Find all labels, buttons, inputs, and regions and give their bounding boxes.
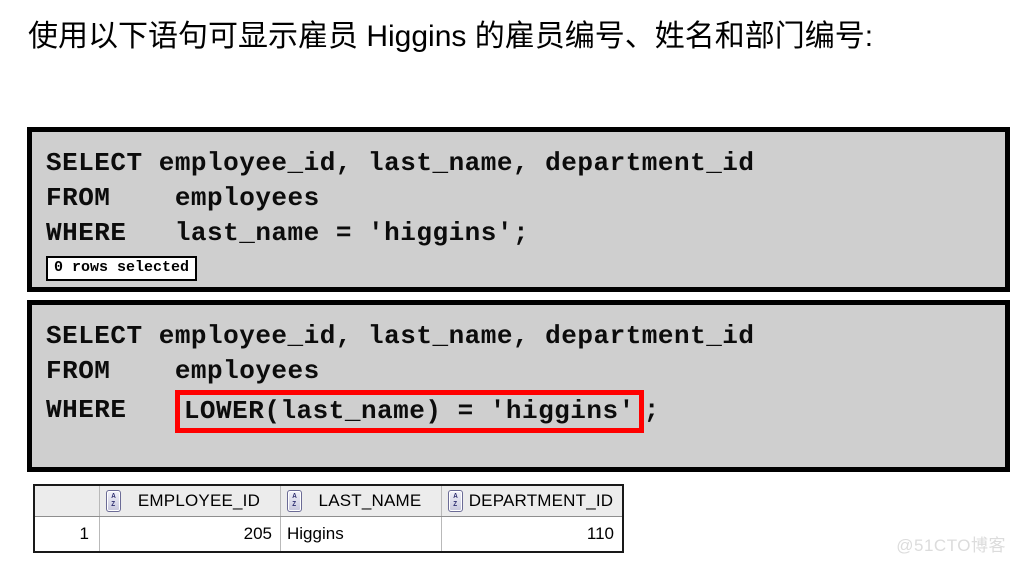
- cell-employee-id: 205: [99, 516, 281, 551]
- query-result-grid: A Z EMPLOYEE_ID A Z LAST_NAME A Z DEPART…: [33, 484, 624, 553]
- column-header-employee-id-content: A Z EMPLOYEE_ID: [106, 490, 274, 512]
- cell-department-id: 110: [441, 516, 622, 551]
- sql-code-block-2-body: SELECT employee_id, last_name, departmen…: [32, 305, 1005, 433]
- az-icon-letter-bottom: Z: [111, 501, 116, 508]
- highlighted-lower-predicate: LOWER(last_name) = 'higgins': [174, 390, 644, 433]
- page-title: 使用以下语句可显示雇员 Higgins 的雇员编号、姓名和部门编号:: [28, 20, 874, 53]
- table-header-row: A Z EMPLOYEE_ID A Z LAST_NAME A Z DEPART…: [35, 486, 622, 517]
- cell-row-number: 1: [35, 516, 100, 551]
- sql-line-from: FROM employees: [46, 183, 320, 213]
- cell-last-name: Higgins: [280, 516, 442, 551]
- az-icon-letter-top: A: [453, 493, 458, 500]
- column-header-row-number[interactable]: [35, 486, 100, 517]
- sql-line-select: SELECT employee_id, last_name, departmen…: [46, 148, 755, 178]
- column-header-last-name-label: LAST_NAME: [318, 491, 422, 510]
- sql-line-where: WHERE last_name = 'higgins';: [46, 218, 530, 248]
- column-header-employee-id[interactable]: A Z EMPLOYEE_ID: [99, 486, 281, 517]
- column-header-last-name[interactable]: A Z LAST_NAME: [280, 486, 442, 517]
- site-watermark: @51CTO博客: [896, 536, 1006, 555]
- status-badge-rows-selected: 0 rows selected: [46, 256, 198, 281]
- result-table-header: A Z EMPLOYEE_ID A Z LAST_NAME A Z DEPART…: [35, 486, 622, 517]
- sql-line-from: FROM employees: [46, 356, 320, 386]
- result-table: A Z EMPLOYEE_ID A Z LAST_NAME A Z DEPART…: [35, 486, 622, 551]
- az-icon-letter-top: A: [292, 493, 297, 500]
- sql-statement-terminator: ;: [643, 395, 660, 425]
- sql-code-block-1: SELECT employee_id, last_name, departmen…: [27, 127, 1010, 292]
- az-icon-letter-top: A: [111, 493, 116, 500]
- column-header-department-id-content: A Z DEPARTMENT_ID: [448, 490, 616, 512]
- sql-where-keyword: WHERE: [46, 395, 175, 425]
- sql-code-block-1-body: SELECT employee_id, last_name, departmen…: [32, 132, 1005, 281]
- sql-line-select: SELECT employee_id, last_name, departmen…: [46, 321, 755, 351]
- table-row[interactable]: 1 205 Higgins 110: [35, 516, 622, 551]
- az-icon-letter-bottom: Z: [453, 501, 458, 508]
- sql-code-block-2: SELECT employee_id, last_name, departmen…: [27, 300, 1010, 472]
- az-datatype-icon: A Z: [448, 490, 463, 512]
- column-header-employee-id-label: EMPLOYEE_ID: [137, 491, 261, 510]
- column-header-department-id-label: DEPARTMENT_ID: [468, 491, 614, 510]
- column-header-department-id[interactable]: A Z DEPARTMENT_ID: [441, 486, 622, 517]
- az-datatype-icon: A Z: [106, 490, 121, 512]
- az-icon-letter-bottom: Z: [292, 501, 297, 508]
- column-header-last-name-content: A Z LAST_NAME: [287, 490, 435, 512]
- slide-canvas: 使用以下语句可显示雇员 Higgins 的雇员编号、姓名和部门编号: SELEC…: [0, 0, 1024, 566]
- result-table-body: 1 205 Higgins 110: [35, 516, 622, 551]
- sql-line-where: WHERE LOWER(last_name) = 'higgins';: [46, 389, 1005, 433]
- az-datatype-icon: A Z: [287, 490, 302, 512]
